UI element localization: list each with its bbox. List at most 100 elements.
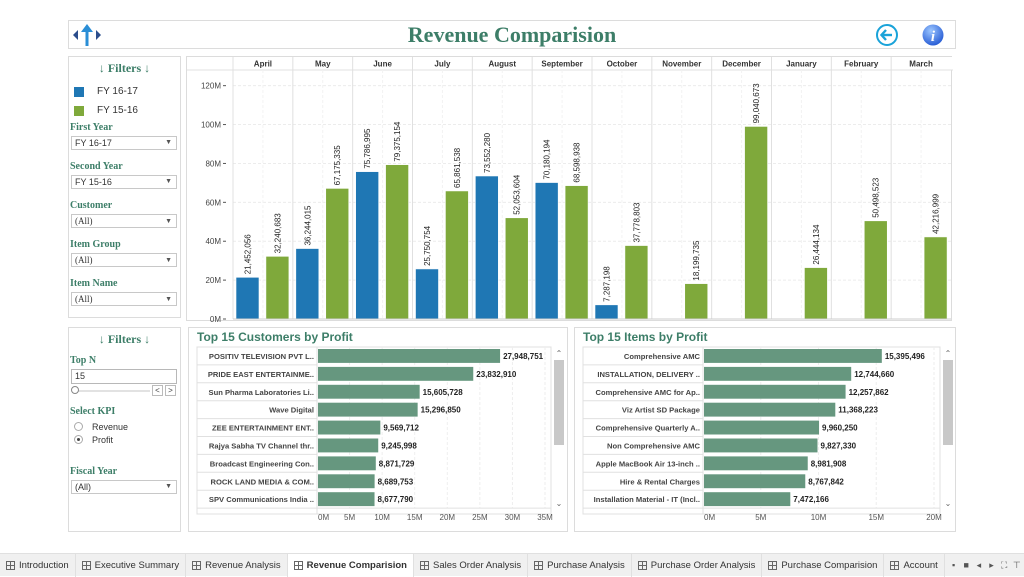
top-n-slider[interactable]: < > [71, 384, 177, 398]
tab-sales-order-analysis[interactable]: Sales Order Analysis [414, 553, 529, 577]
tab-label: Purchase Comparision [781, 559, 878, 571]
item-group-select[interactable]: (All) ▼ [71, 253, 177, 267]
y-tick-label: 60M [205, 198, 221, 207]
scrollbar-thumb[interactable] [943, 360, 953, 445]
hbar-value-label: 8,981,908 [811, 459, 847, 468]
back-arrow-icon[interactable] [875, 23, 899, 47]
step-next-button[interactable]: > [165, 385, 176, 396]
presentation-icon[interactable]: ⊤ [1013, 558, 1021, 572]
bar-fy-15-16 [564, 185, 589, 320]
bar-value-label: 25,750,754 [423, 225, 432, 266]
chevron-down-icon: ▼ [165, 295, 172, 303]
x-tick-label: 15M [868, 513, 884, 522]
y-tick-label: 20M [205, 276, 221, 285]
revenue-comparison-chart: 0M 20M 40M 60M 80M 100M 120M April 21,452,056 32,… [186, 56, 953, 322]
bar-value-label: 26,444,134 [812, 224, 821, 265]
legend-swatch [74, 105, 84, 116]
tab-purchase-comparision[interactable]: Purchase Comparision [762, 553, 885, 577]
second-year-value: FY 15-16 [75, 177, 112, 187]
row-label: Viz Artist SD Package [622, 406, 700, 415]
month-header: June [373, 60, 392, 69]
radio-button[interactable] [74, 422, 83, 431]
scrollbar-thumb[interactable] [554, 360, 564, 445]
row-label: POSITIV TELEVISION PVT L.. [209, 352, 314, 361]
scroll-up-icon[interactable]: ⌃ [945, 349, 952, 358]
tab-revenue-comparision[interactable]: Revenue Comparision [287, 553, 414, 577]
y-tick-label: 100M [201, 121, 221, 130]
bar-fy-15-16 [804, 267, 828, 320]
fiscal-year-select[interactable]: (All) ▼ [71, 480, 177, 494]
hbar [318, 349, 501, 363]
hbar-value-label: 27,948,751 [503, 352, 544, 361]
kpi-radio-profit[interactable]: Profit [69, 433, 180, 446]
y-tick-label: 0M [210, 315, 221, 322]
month-header: September [541, 60, 582, 69]
bar-value-label: 50,498,523 [872, 177, 881, 218]
x-tick-label: 35M [537, 513, 553, 522]
tab-revenue-analysis[interactable]: Revenue Analysis [186, 553, 288, 577]
fullscreen-icon[interactable]: ⛶ [1000, 558, 1008, 572]
month-header: March [909, 60, 933, 69]
tab-purchase-order-analysis[interactable]: Purchase Order Analysis [632, 553, 763, 577]
kpi-radio-revenue[interactable]: Revenue [69, 420, 180, 433]
bar-value-label: 52,053,604 [513, 174, 522, 215]
tab-label: Revenue Analysis [205, 559, 281, 571]
top-n-input[interactable]: 15 [71, 369, 177, 384]
slider-thumb[interactable] [71, 386, 79, 394]
radio-button[interactable] [74, 435, 83, 444]
vertical-scrollbar[interactable]: ⌃⌄ [553, 347, 564, 509]
bar-fy-15-16 [504, 217, 529, 320]
first-year-select[interactable]: FY 16-17 ▼ [71, 136, 177, 150]
tab-executive-summary[interactable]: Executive Summary [76, 553, 187, 577]
info-icon[interactable]: i [921, 23, 945, 47]
filters-title: ↓ Filters ↓ [98, 332, 151, 346]
thumbnail-icon[interactable]: ■ [962, 558, 970, 572]
month-header: April [254, 60, 272, 69]
row-label: Hire & Rental Charges [620, 477, 700, 486]
sheet-grid-icon [890, 560, 900, 570]
legend-item-fy1617[interactable]: FY 16-17 [69, 82, 180, 101]
month-header: May [315, 60, 331, 69]
item-name-label: Item Name [70, 278, 118, 289]
second-year-select[interactable]: FY 15-16 ▼ [71, 175, 177, 189]
row-label: Installation Material - IT (Incl.. [594, 495, 700, 504]
filters-panel-top: ↓ Filters ↓ FY 16-17 FY 15-16 First Year… [68, 56, 181, 318]
bar-fy-15-16 [684, 283, 709, 320]
legend-item-fy1516[interactable]: FY 15-16 [69, 101, 180, 120]
hbar [318, 474, 375, 489]
item-name-select[interactable]: (All) ▼ [71, 292, 177, 306]
scroll-up-icon[interactable]: ⌃ [556, 349, 563, 358]
filters-title: ↓ Filters ↓ [98, 61, 151, 75]
x-tick-label: 5M [755, 513, 766, 522]
customer-select[interactable]: (All) ▼ [71, 214, 177, 228]
row-label: ROCK LAND MEDIA & COM.. [211, 477, 315, 486]
hbar [318, 456, 376, 471]
month-header: February [844, 60, 879, 69]
chevron-down-icon: ▼ [165, 178, 172, 185]
top-items-panel: Top 15 Items by Profit 0M 5M 10M 15M 20M Comp… [574, 327, 956, 532]
scroll-right-icon[interactable]: ▸ [988, 558, 996, 572]
radio-label: Profit [92, 434, 114, 445]
filmstrip-icon[interactable]: ▪ [950, 558, 958, 572]
tab-label: Purchase Analysis [547, 559, 625, 571]
item-group-label: Item Group [70, 239, 121, 250]
radio-label: Revenue [92, 421, 129, 432]
scroll-left-icon[interactable]: ◂ [975, 558, 983, 572]
step-prev-button[interactable]: < [152, 385, 163, 396]
bar-fy-16-17 [355, 171, 379, 320]
sheet-grid-icon [637, 560, 647, 570]
tab-label: Purchase Order Analysis [650, 559, 756, 571]
bar-fy-15-16 [744, 126, 768, 320]
revenue-comparison-svg: 0M 20M 40M 60M 80M 100M 120M April 21,452,056 32,… [187, 57, 953, 322]
bar-value-label: 70,180,194 [543, 139, 552, 180]
vertical-scrollbar[interactable]: ⌃⌄ [942, 347, 953, 509]
scroll-down-icon[interactable]: ⌄ [945, 499, 952, 508]
tab-purchase-analysis[interactable]: Purchase Analysis [528, 553, 632, 577]
hbar-value-label: 15,395,496 [885, 352, 926, 361]
scroll-down-icon[interactable]: ⌄ [556, 499, 563, 508]
bar-value-label: 67,175,335 [333, 145, 342, 186]
bar-fy-15-16 [265, 256, 290, 320]
tab-introduction[interactable]: Introduction [0, 553, 76, 577]
tab-account[interactable]: Account [884, 553, 945, 577]
tab-label: Revenue Comparision [306, 559, 407, 571]
